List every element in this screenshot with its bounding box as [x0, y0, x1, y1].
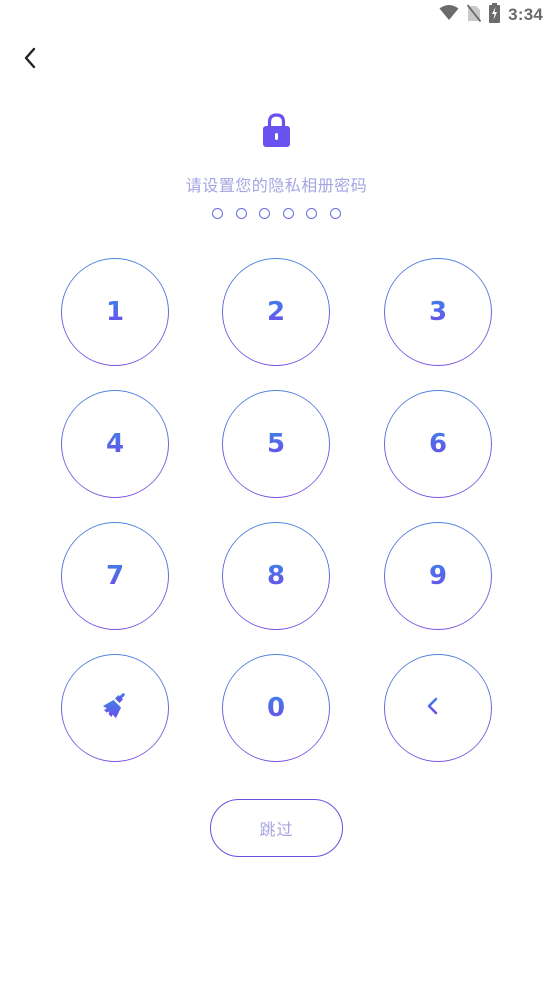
key-label: 3 [428, 297, 448, 327]
key-label: 5 [266, 429, 286, 459]
no-sim-icon [466, 4, 482, 26]
key-9[interactable]: 9 [384, 522, 492, 630]
key-4[interactable]: 4 [61, 390, 169, 498]
password-prompt: 请设置您的隐私相册密码 [185, 176, 368, 195]
wifi-icon [439, 5, 459, 25]
clear-button[interactable] [61, 654, 169, 762]
key-2[interactable]: 2 [222, 258, 330, 366]
broom-clear-icon [99, 690, 131, 726]
skip-button[interactable]: 跳过 [210, 799, 343, 857]
status-bar: 3:34 [0, 0, 553, 30]
key-7[interactable]: 7 [61, 522, 169, 630]
key-label: 4 [105, 429, 125, 459]
pin-indicator [0, 208, 553, 219]
key-label: 7 [105, 561, 125, 591]
backspace-button[interactable] [384, 654, 492, 762]
battery-charging-icon [489, 3, 501, 27]
pin-dot [235, 208, 247, 219]
key-label: 1 [105, 297, 125, 327]
pin-dot [329, 208, 341, 219]
pin-dot [212, 208, 224, 219]
key-label: 2 [266, 297, 286, 327]
key-8[interactable]: 8 [222, 522, 330, 630]
pin-dot [282, 208, 294, 219]
back-button[interactable] [14, 44, 46, 76]
key-5[interactable]: 5 [222, 390, 330, 498]
backspace-arrow-icon [426, 696, 450, 720]
key-1[interactable]: 1 [61, 258, 169, 366]
key-label: 6 [428, 429, 448, 459]
key-label: 8 [266, 561, 286, 591]
key-3[interactable]: 3 [384, 258, 492, 366]
key-0[interactable]: 0 [222, 654, 330, 762]
lock-icon [262, 112, 291, 148]
key-label: 0 [266, 693, 286, 723]
key-6[interactable]: 6 [384, 390, 492, 498]
key-label: 9 [428, 561, 448, 591]
status-time: 3:34 [508, 5, 543, 24]
status-icons: 3:34 [439, 3, 543, 27]
pin-dot [259, 208, 271, 219]
pin-dot [306, 208, 318, 219]
chevron-left-icon [22, 46, 38, 74]
skip-label: 跳过 [259, 820, 294, 839]
